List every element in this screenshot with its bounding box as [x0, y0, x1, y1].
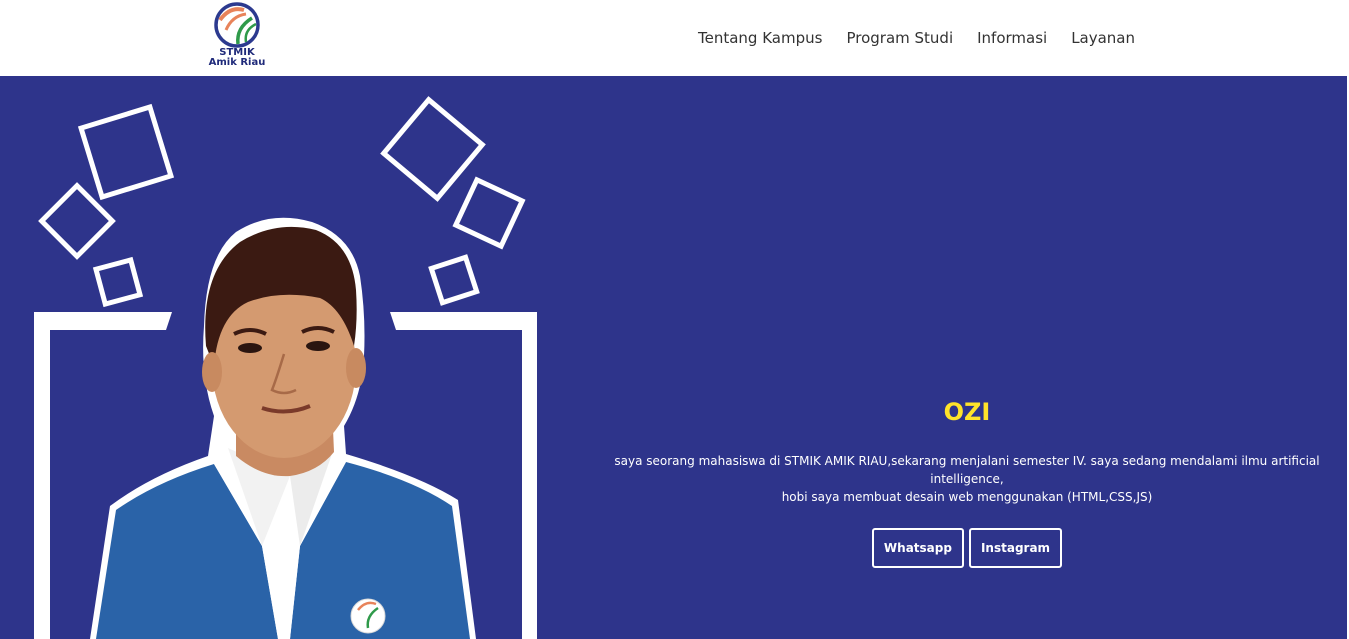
profile-name: OZI: [943, 398, 991, 426]
profile-bio: saya seorang mahasiswa di STMIK AMIK RIA…: [600, 452, 1334, 506]
square-deco: [428, 254, 480, 306]
nav-tentang-kampus[interactable]: Tentang Kampus: [698, 29, 822, 47]
social-buttons: Whatsapp Instagram: [600, 528, 1334, 568]
square-deco: [452, 176, 526, 250]
profile-content: OZI saya seorang mahasiswa di STMIK AMIK…: [600, 392, 1334, 568]
nav-informasi[interactable]: Informasi: [977, 29, 1047, 47]
nav-program-studi[interactable]: Program Studi: [846, 29, 953, 47]
logo-icon: [214, 2, 260, 48]
square-deco: [77, 103, 175, 201]
logo-line2: Amik Riau: [208, 57, 266, 68]
square-deco: [92, 256, 144, 308]
student-portrait: [90, 217, 476, 639]
bio-line: saya seorang mahasiswa di STMIK AMIK RIA…: [614, 454, 1320, 486]
square-deco: [380, 96, 486, 202]
nav-layanan[interactable]: Layanan: [1071, 29, 1135, 47]
navbar: STMIK Amik Riau Tentang Kampus Program S…: [0, 0, 1349, 76]
site-logo[interactable]: STMIK Amik Riau: [206, 0, 268, 72]
instagram-button[interactable]: Instagram: [968, 528, 1063, 568]
hero-illustration: [34, 96, 537, 639]
hero-section: OZI saya seorang mahasiswa di STMIK AMIK…: [0, 76, 1349, 639]
whatsapp-button[interactable]: Whatsapp: [871, 528, 964, 568]
bio-line: hobi saya membuat desain web menggunakan…: [781, 490, 1153, 504]
main-nav: Tentang Kampus Program Studi Informasi L…: [698, 29, 1159, 47]
